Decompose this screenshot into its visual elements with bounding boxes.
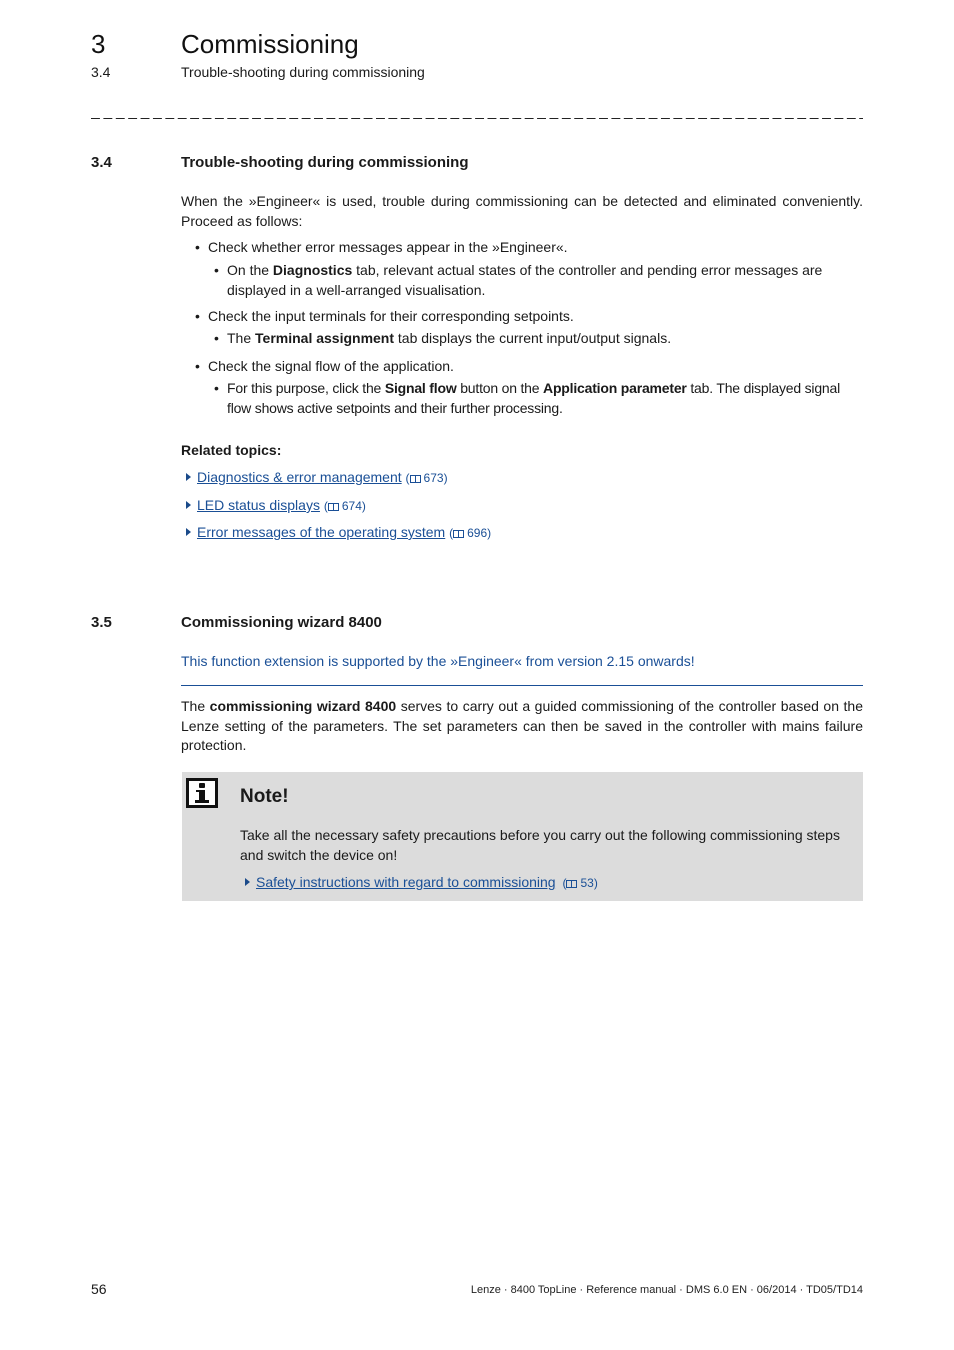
section-3-5-title: Commissioning wizard 8400 (181, 614, 382, 631)
sub-bullet-text: For this purpose, click the (227, 380, 385, 396)
bullet-text: Check the input terminals for their corr… (208, 308, 574, 324)
section-3-4-number: 3.4 (91, 154, 112, 171)
paragraph-text: The (181, 698, 210, 714)
book-icon (566, 880, 578, 888)
sub-bullet-text: The (227, 330, 256, 346)
page-number: 56 (91, 1281, 107, 1297)
tab-name-terminal-assignment: Terminal assignment (255, 330, 395, 346)
related-topics-heading: Related topics: (181, 442, 282, 458)
bullet-text: Check the signal flow of the application… (208, 358, 454, 374)
page-number-ref: 674 (341, 499, 362, 513)
chapter-title: Commissioning (181, 29, 359, 59)
note-link-item[interactable]: Safety instructions with regard to commi… (245, 872, 598, 893)
note-text: Take all the necessary safety precaution… (240, 827, 840, 863)
sub-bullet-text: tab displays the current input/output si… (394, 330, 672, 346)
tab-name-application-parameter: Application parameter (543, 380, 687, 396)
button-name-signal-flow: Signal flow (384, 380, 457, 396)
related-link-led-status[interactable]: LED status displays (197, 497, 320, 513)
page-reference[interactable]: (53) (562, 876, 597, 890)
page-reference[interactable]: (696) (449, 526, 491, 540)
related-link-item[interactable]: Diagnostics & error management (673) (186, 467, 448, 488)
sub-bullet-item: • On the Diagnostics tab, relevant actua… (214, 261, 863, 300)
bullet-dot: • (214, 262, 219, 278)
page-reference[interactable]: (674) (324, 499, 366, 513)
wizard-paragraph: The commissioning wizard 8400 serves to … (181, 697, 863, 756)
arrow-right-icon (186, 473, 191, 481)
bullet-dot: • (214, 380, 219, 396)
bullet-dot: • (214, 330, 219, 346)
arrow-right-icon (245, 878, 250, 886)
related-link-item[interactable]: Error messages of the operating system (… (186, 522, 491, 543)
bullet-dot: • (195, 358, 200, 374)
related-link-item[interactable]: LED status displays (674) (186, 495, 366, 516)
related-link-diagnostics[interactable]: Diagnostics & error management (197, 469, 402, 485)
safety-instructions-link[interactable]: Safety instructions with regard to commi… (256, 874, 556, 890)
section-3-4-title: Trouble-shooting during commissioning (181, 154, 469, 171)
bullet-item: • Check the signal flow of the applicati… (195, 357, 863, 377)
running-section-number: 3.4 (91, 64, 111, 80)
book-icon (453, 530, 465, 538)
sub-bullet-text: On the (227, 262, 273, 278)
section-3-5-number: 3.5 (91, 614, 112, 631)
sub-bullet-text: button on the (456, 380, 544, 396)
chapter-number: 3 (91, 29, 106, 59)
arrow-right-icon (186, 528, 191, 536)
version-note: This function extension is supported by … (181, 653, 695, 669)
note-title: Note! (240, 786, 289, 807)
arrow-right-icon (186, 501, 191, 509)
header-divider (91, 118, 863, 119)
page-number-ref: 673 (423, 471, 444, 485)
book-icon (409, 475, 421, 483)
book-icon (327, 503, 339, 511)
bullet-text: Check whether error messages appear in t… (208, 239, 568, 255)
intro-paragraph: When the »Engineer« is used, trouble dur… (181, 193, 863, 229)
related-link-error-messages[interactable]: Error messages of the operating system (197, 524, 445, 540)
info-icon (186, 778, 218, 808)
sub-bullet-item: • The Terminal assignment tab displays t… (214, 329, 863, 349)
footer-doc-info: Lenze · 8400 TopLine · Reference manual … (470, 1284, 863, 1296)
page-number-ref: 696 (467, 526, 488, 540)
page-reference[interactable]: (673) (406, 471, 448, 485)
sub-bullet-item: • For this purpose, click the Signal flo… (214, 379, 863, 418)
version-note-divider (181, 685, 863, 686)
page-number-ref: 53 (580, 876, 594, 890)
bullet-item: • Check whether error messages appear in… (195, 238, 863, 258)
bullet-item: • Check the input terminals for their co… (195, 307, 863, 327)
running-section-title: Trouble-shooting during commissioning (181, 64, 425, 80)
wizard-name: commissioning wizard 8400 (209, 698, 397, 714)
bullet-dot: • (195, 239, 200, 255)
tab-name-diagnostics: Diagnostics (272, 262, 353, 278)
bullet-dot: • (195, 308, 200, 324)
